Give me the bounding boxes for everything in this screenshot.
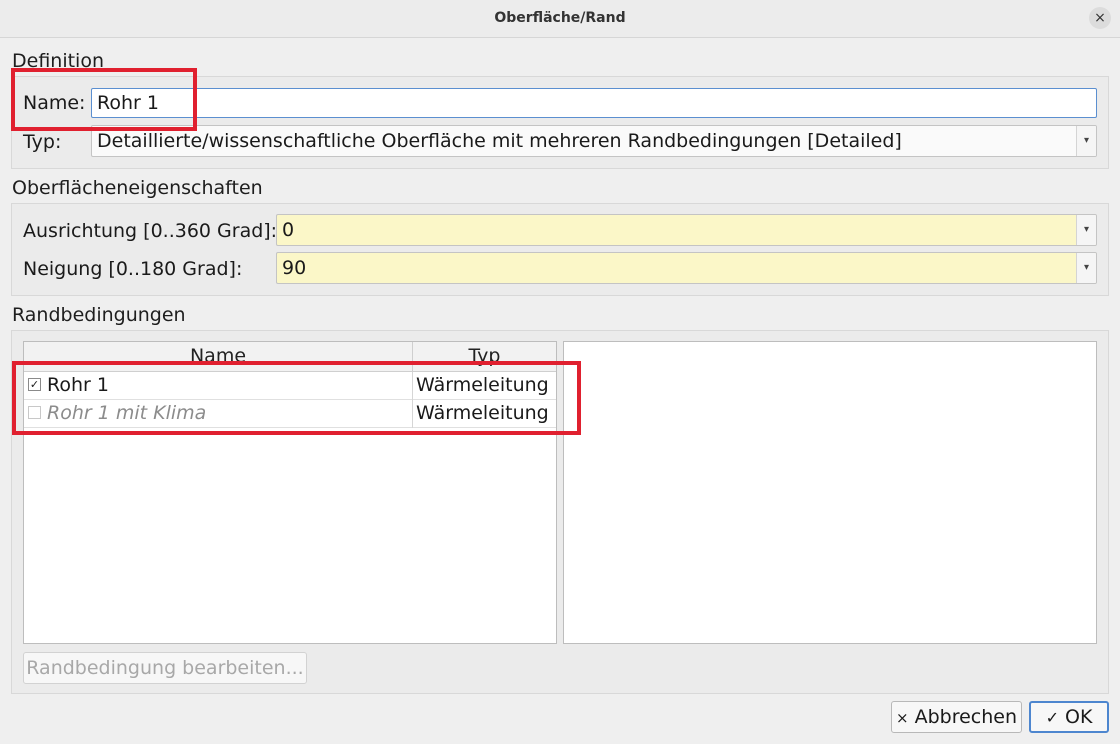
row-checkbox[interactable] <box>28 406 41 419</box>
row-type: Wärmeleitung <box>416 402 549 424</box>
definition-section-label: Definition <box>12 50 105 72</box>
inclination-select[interactable]: 90 ▾ <box>276 252 1097 284</box>
cancel-button[interactable]: × Abbrechen <box>891 701 1022 733</box>
inclination-select-value: 90 <box>282 257 307 279</box>
title-bar: Oberfläche/Rand × <box>0 0 1120 38</box>
name-label: Name: <box>23 92 86 114</box>
orientation-select[interactable]: 0 ▾ <box>276 214 1097 246</box>
row-name: Rohr 1 <box>47 374 109 396</box>
inclination-label: Neigung [0..180 Grad]: <box>23 258 243 280</box>
table-row[interactable]: Rohr 1 mit Klima Wärmeleitung <box>24 400 556 428</box>
table-row[interactable]: ✓ Rohr 1 Wärmeleitung <box>24 372 556 400</box>
close-icon: × <box>895 709 909 727</box>
name-input[interactable]: Rohr 1 <box>91 88 1097 118</box>
type-select[interactable]: Detaillierte/wissenschaftliche Oberfläch… <box>91 125 1097 157</box>
edit-boundary-button[interactable]: Randbedingung bearbeiten... <box>23 652 307 684</box>
chevron-down-icon[interactable]: ▾ <box>1076 126 1096 156</box>
type-select-value: Detaillierte/wissenschaftliche Oberfläch… <box>97 130 902 152</box>
column-header-type[interactable]: Typ <box>413 342 556 372</box>
column-header-name[interactable]: Name <box>24 342 413 372</box>
ok-button-label: OK <box>1065 706 1093 728</box>
close-icon[interactable]: × <box>1089 7 1111 29</box>
cancel-button-label: Abbrechen <box>914 706 1018 728</box>
boundary-section-label: Randbedingungen <box>12 304 186 326</box>
chevron-down-icon[interactable]: ▾ <box>1076 215 1096 245</box>
window-title: Oberfläche/Rand <box>494 10 626 26</box>
row-type: Wärmeleitung <box>416 374 549 396</box>
check-icon: ✓ <box>1045 708 1059 727</box>
boundary-table: Name Typ ✓ Rohr 1 Wärmeleitung Rohr 1 mi… <box>23 341 557 644</box>
orientation-select-value: 0 <box>282 219 295 241</box>
row-name: Rohr 1 mit Klima <box>47 402 207 424</box>
boundary-detail-panel <box>563 341 1097 644</box>
type-label: Typ: <box>23 131 62 153</box>
ok-button[interactable]: ✓ OK <box>1029 701 1109 733</box>
surface-section-label: Oberflächeneigenschaften <box>12 177 263 199</box>
orientation-label: Ausrichtung [0..360 Grad]: <box>23 220 278 242</box>
chevron-down-icon[interactable]: ▾ <box>1076 253 1096 283</box>
column-divider <box>412 372 413 428</box>
row-checkbox[interactable]: ✓ <box>28 378 41 391</box>
